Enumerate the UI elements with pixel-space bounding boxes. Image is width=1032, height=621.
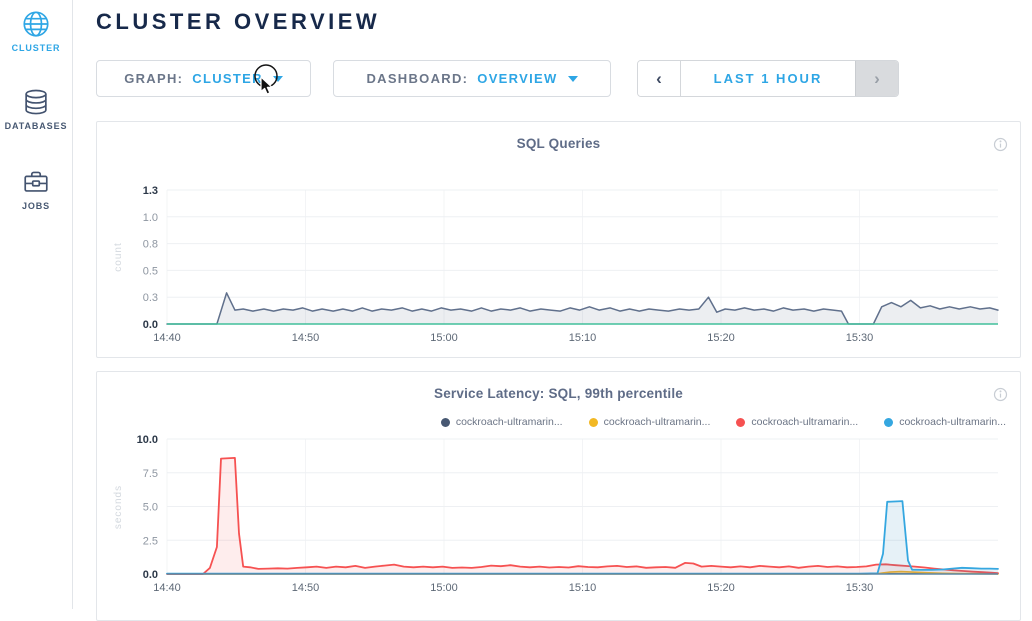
- legend-item: cockroach-ultramarin...: [589, 416, 711, 428]
- service-latency-chart-card: Service Latency: SQL, 99th percentile co…: [96, 371, 1021, 621]
- svg-text:15:30: 15:30: [846, 332, 874, 344]
- svg-text:15:10: 15:10: [569, 582, 597, 594]
- graph-dropdown-label: GRAPH:: [124, 71, 183, 86]
- svg-text:14:40: 14:40: [153, 332, 181, 344]
- svg-text:0.3: 0.3: [143, 292, 158, 304]
- dashboard-dropdown-value: OVERVIEW: [477, 71, 557, 86]
- chart-title: SQL Queries: [97, 122, 1020, 151]
- chevron-down-icon: [568, 76, 578, 82]
- svg-text:15:20: 15:20: [707, 332, 735, 344]
- legend-label: cockroach-ultramarin...: [604, 416, 711, 428]
- svg-text:1.0: 1.0: [143, 212, 158, 224]
- legend-item: cockroach-ultramarin...: [736, 416, 858, 428]
- time-range-label[interactable]: LAST 1 HOUR: [681, 61, 855, 96]
- legend-item: cockroach-ultramarin...: [884, 416, 1006, 428]
- svg-text:15:10: 15:10: [569, 332, 597, 344]
- svg-text:15:00: 15:00: [430, 332, 458, 344]
- legend-dot-icon: [441, 418, 450, 427]
- cluster-overview-page: { "sidebar": { "items": [ { "label": "CL…: [0, 0, 1032, 609]
- sidebar-item-label: DATABASES: [0, 121, 72, 131]
- legend-dot-icon: [736, 418, 745, 427]
- chart-legend: cockroach-ultramarin... cockroach-ultrama…: [415, 416, 1006, 428]
- dashboard-dropdown-label: DASHBOARD:: [366, 71, 468, 86]
- legend-label: cockroach-ultramarin...: [456, 416, 563, 428]
- svg-text:15:30: 15:30: [846, 582, 874, 594]
- legend-dot-icon: [589, 418, 598, 427]
- legend-item: cockroach-ultramarin...: [441, 416, 563, 428]
- graph-dropdown-value: CLUSTER: [192, 71, 263, 86]
- sidebar-item-jobs[interactable]: JOBS: [0, 131, 72, 211]
- sidebar-item-databases[interactable]: DATABASES: [0, 53, 72, 131]
- svg-text:14:50: 14:50: [292, 582, 320, 594]
- info-icon[interactable]: [993, 387, 1008, 402]
- svg-text:0.0: 0.0: [143, 319, 158, 331]
- chart-title: Service Latency: SQL, 99th percentile: [97, 372, 1020, 401]
- chevron-down-icon: [273, 76, 283, 82]
- legend-dot-icon: [884, 418, 893, 427]
- sql-queries-chart-card: SQL Queries count 0.00.30.50.81.01.314:4…: [96, 121, 1021, 358]
- svg-text:14:40: 14:40: [153, 582, 181, 594]
- svg-text:14:50: 14:50: [292, 332, 320, 344]
- graph-dropdown[interactable]: GRAPH: CLUSTER: [96, 60, 311, 97]
- svg-text:7.5: 7.5: [143, 468, 158, 480]
- service-latency-chart[interactable]: 0.0 2.5 5.0 7.5 10.0 14:40 14:50 15:00 15:10 15:2…: [98, 432, 1019, 600]
- legend-label: cockroach-ultramarin...: [899, 416, 1006, 428]
- svg-text:15:00: 15:00: [430, 582, 458, 594]
- sidebar-item-label: JOBS: [0, 201, 72, 211]
- legend-label: cockroach-ultramarin...: [751, 416, 858, 428]
- time-window-selector: ‹ LAST 1 HOUR ›: [637, 60, 899, 97]
- info-icon[interactable]: [993, 137, 1008, 152]
- sidebar: CLUSTER DATABASES JOBS: [0, 0, 73, 609]
- sidebar-item-cluster[interactable]: CLUSTER: [0, 0, 72, 53]
- time-next-button[interactable]: ›: [855, 61, 898, 96]
- page-title: CLUSTER OVERVIEW: [96, 9, 380, 35]
- dashboard-dropdown[interactable]: DASHBOARD: OVERVIEW: [333, 60, 611, 97]
- database-icon: [21, 87, 51, 117]
- briefcase-icon: [21, 167, 51, 197]
- svg-text:0.0: 0.0: [143, 569, 158, 581]
- svg-text:10.0: 10.0: [137, 434, 158, 446]
- svg-text:0.8: 0.8: [143, 239, 158, 251]
- svg-text:0.5: 0.5: [143, 265, 158, 277]
- sidebar-item-label: CLUSTER: [0, 43, 72, 53]
- time-prev-button[interactable]: ‹: [638, 61, 681, 96]
- svg-text:15:20: 15:20: [707, 582, 735, 594]
- sql-queries-chart[interactable]: 0.0 0.3 0.5 0.8 1.0 1.3 14:40 14:50 15:00 15:10 15…: [98, 168, 1019, 350]
- svg-text:1.3: 1.3: [143, 185, 158, 197]
- svg-text:2.5: 2.5: [143, 535, 158, 547]
- globe-icon: [21, 9, 51, 39]
- svg-text:5.0: 5.0: [143, 502, 158, 514]
